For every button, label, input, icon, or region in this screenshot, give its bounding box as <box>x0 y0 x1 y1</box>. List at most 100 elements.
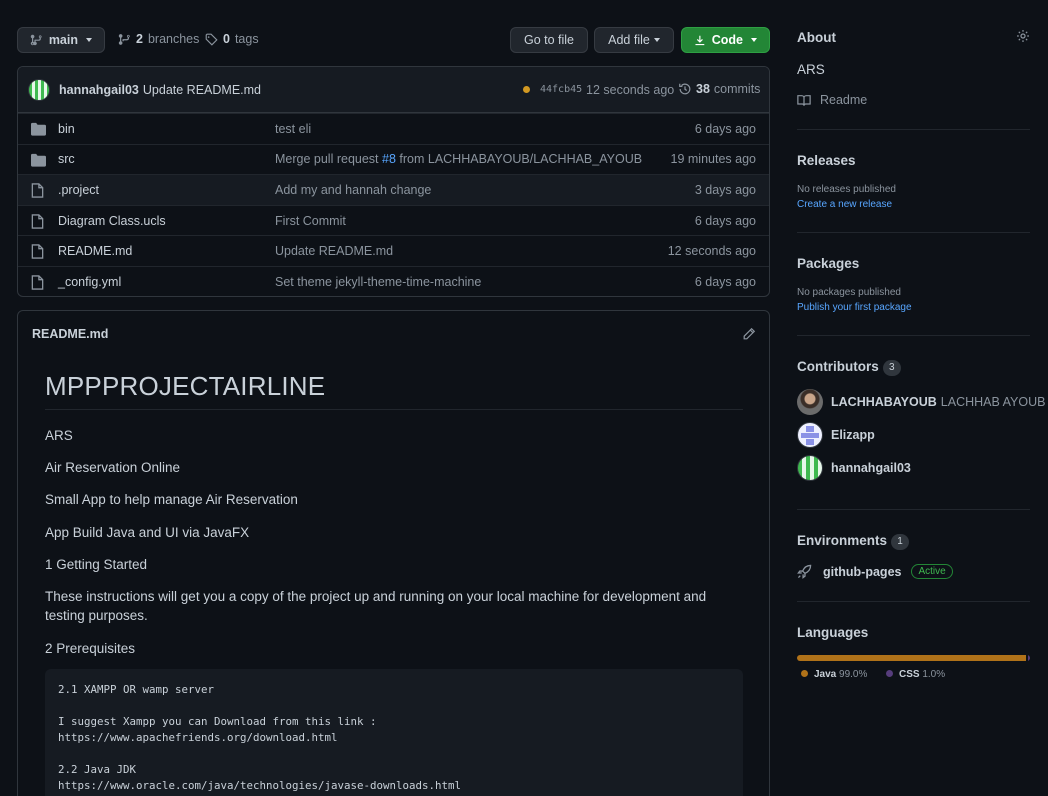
file-browser: hannahgail03 Update README.md 44fcb45 12… <box>17 66 770 297</box>
book-icon <box>797 94 811 106</box>
contributor-item[interactable]: hannahgail03 <box>797 455 911 481</box>
commit-sha[interactable]: 44fcb45 <box>540 84 582 95</box>
packages-heading[interactable]: Packages <box>797 256 859 271</box>
branch-name: main <box>48 33 78 47</box>
download-icon <box>695 35 705 45</box>
code-line: I suggest Xampp you can Download from th… <box>58 715 377 728</box>
language-name: CSS <box>899 669 920 680</box>
file-commit-message[interactable]: Merge pull request #8 from LACHHABAYOUB/… <box>275 152 642 166</box>
file-age: 3 days ago <box>694 182 756 197</box>
pencil-icon[interactable] <box>742 327 756 341</box>
file-name[interactable]: src <box>58 152 75 166</box>
code-line: https://www.apachefriends.org/download.h… <box>58 731 338 744</box>
language-color-dot <box>801 670 808 677</box>
language-bar-segment-css <box>1027 655 1030 661</box>
file-commit-message[interactable]: Set theme jekyll-theme-time-machine <box>275 275 481 289</box>
code-label: Code <box>711 33 743 47</box>
code-block: 2.1 XAMPP OR wamp server I suggest Xampp… <box>45 669 743 796</box>
section-divider <box>797 232 1030 233</box>
file-commit-message[interactable]: test eli <box>275 122 311 136</box>
create-release-link[interactable]: Create a new release <box>797 199 892 210</box>
readme-panel: README.md MPPPROJECTAIRLINE ARS Air Rese… <box>17 310 770 796</box>
file-name[interactable]: Diagram Class.ucls <box>58 214 166 228</box>
section-divider <box>797 601 1030 602</box>
file-row[interactable]: Diagram Class.ucls First Commit 6 days a… <box>18 204 769 236</box>
file-icon <box>31 214 44 229</box>
chevron-down-icon <box>653 38 660 42</box>
language-bar <box>797 655 1030 661</box>
gear-icon[interactable] <box>1016 29 1030 43</box>
commit-message[interactable]: Update README.md <box>143 83 261 97</box>
file-commit-message[interactable]: Add my and hannah change <box>275 183 431 197</box>
language-percent: 1.0% <box>922 669 946 680</box>
folder-icon <box>31 122 46 136</box>
packages-empty: No packages published <box>797 287 901 298</box>
section-divider <box>797 335 1030 336</box>
commits-label: commits <box>713 82 761 96</box>
pull-request-link[interactable]: #8 <box>382 152 396 166</box>
chevron-down-icon <box>751 38 757 42</box>
file-commit-message[interactable]: Update README.md <box>275 244 393 258</box>
readme-paragraph: ARS <box>45 428 73 443</box>
file-row[interactable]: .project Add my and hannah change 3 days… <box>18 174 769 205</box>
chevron-down-icon <box>86 38 92 42</box>
environments-heading[interactable]: Environments 1 <box>797 533 910 550</box>
go-to-file-button[interactable]: Go to file <box>510 27 588 53</box>
file-age: 6 days ago <box>694 274 756 289</box>
environment-item[interactable]: github-pages Active <box>797 564 953 579</box>
language-percent: 99.0% <box>839 669 868 680</box>
git-branch-icon <box>118 33 130 45</box>
file-name[interactable]: .project <box>58 183 99 197</box>
language-item[interactable]: CSS 1.0% <box>886 669 945 680</box>
file-icon <box>31 183 44 198</box>
language-item[interactable]: Java 99.0% <box>801 669 867 680</box>
message-text: Merge pull request <box>275 152 383 167</box>
branch-select-button[interactable]: main <box>17 27 105 53</box>
readme-link-label: Readme <box>820 93 868 107</box>
readme-paragraph: 1 Getting Started <box>45 557 148 572</box>
contributor-item[interactable]: LACHHABAYOUB LACHHAB AYOUB <box>797 389 1045 415</box>
file-age: 6 days ago <box>694 213 756 228</box>
readme-header: README.md <box>18 311 769 357</box>
releases-heading[interactable]: Releases <box>797 153 856 168</box>
environments-count: 1 <box>891 534 910 550</box>
code-button[interactable]: Code <box>681 27 770 53</box>
contributors-heading[interactable]: Contributors 3 <box>797 359 901 376</box>
file-row[interactable]: src Merge pull request #8 from LACHHABAY… <box>18 143 769 175</box>
tag-icon <box>205 33 218 46</box>
file-age: 19 minutes ago <box>670 152 756 167</box>
commit-author[interactable]: hannahgail03 <box>59 83 139 97</box>
rocket-icon <box>797 564 812 579</box>
environments-title: Environments <box>797 533 888 548</box>
file-row[interactable]: bin test eli 6 days ago <box>18 113 769 144</box>
commits-link[interactable]: 38 commits <box>678 82 760 96</box>
author-avatar[interactable] <box>28 78 50 101</box>
readme-filename[interactable]: README.md <box>32 327 108 341</box>
contributors-title: Contributors <box>797 359 879 374</box>
tags-label: tags <box>234 32 259 46</box>
about-heading: About <box>797 30 836 45</box>
add-file-button[interactable]: Add file <box>594 27 674 53</box>
tags-link[interactable]: 0 tags <box>205 32 259 46</box>
contributor-fullname: LACHHAB AYOUB <box>940 395 1046 409</box>
contributor-item[interactable]: Elizapp <box>797 422 875 448</box>
go-to-file-label: Go to file <box>523 33 575 47</box>
file-commit-message[interactable]: First Commit <box>275 214 346 228</box>
file-name[interactable]: _config.yml <box>58 275 121 289</box>
section-divider <box>797 129 1030 130</box>
contributor-login: Elizapp <box>831 428 875 442</box>
message-text: from LACHHABAYOUB/LACHHAB_AYOUB <box>395 152 643 167</box>
status-dot[interactable] <box>523 86 530 93</box>
environment-status-badge: Active <box>911 564 953 579</box>
file-name[interactable]: bin <box>58 122 75 136</box>
file-name[interactable]: README.md <box>58 244 132 258</box>
publish-package-link[interactable]: Publish your first package <box>797 302 912 313</box>
contributors-count: 3 <box>882 360 901 376</box>
readme-link[interactable]: Readme <box>797 93 867 107</box>
file-row[interactable]: README.md Update README.md 12 seconds ag… <box>18 235 769 266</box>
file-row[interactable]: _config.yml Set theme jekyll-theme-time-… <box>18 265 769 296</box>
tags-count: 0 <box>223 32 230 46</box>
branches-link[interactable]: 2 branches <box>118 32 199 46</box>
readme-paragraph: These instructions will get you a copy o… <box>45 589 707 623</box>
